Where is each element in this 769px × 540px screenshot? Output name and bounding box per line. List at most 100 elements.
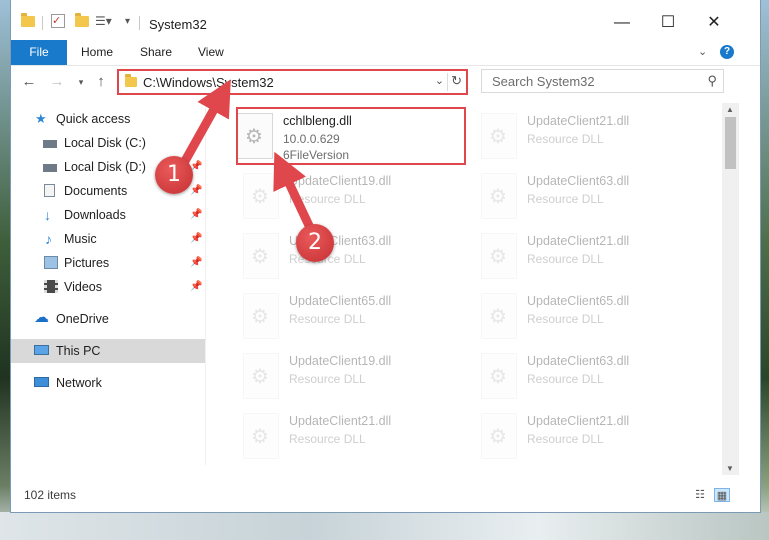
sidebar-item-music[interactable]: ♪ Music 📌 bbox=[11, 227, 205, 251]
sidebar-item-label: Pictures bbox=[64, 256, 110, 270]
recent-locations-chevron-icon[interactable]: ▾ bbox=[73, 73, 89, 91]
search-icon: ⚲ bbox=[707, 73, 717, 88]
file-item[interactable]: UpdateClient19.dll Resource DLL bbox=[233, 167, 463, 227]
file-item[interactable]: UpdateClient63.dll Resource DLL bbox=[471, 167, 701, 227]
file-item[interactable]: UpdateClient63.dll Resource DLL bbox=[233, 227, 463, 287]
file-type: Resource DLL bbox=[289, 192, 366, 206]
tab-home[interactable]: Home bbox=[81, 40, 113, 65]
maximize-button[interactable]: ☐ bbox=[654, 12, 682, 34]
back-arrow-icon[interactable]: ← bbox=[21, 73, 37, 91]
dll-file-icon bbox=[481, 113, 517, 159]
file-name: UpdateClient63.dll bbox=[527, 354, 630, 368]
address-bar[interactable]: C:\Windows\System32 ⌄ ↻ bbox=[117, 69, 468, 95]
file-list: cchlbleng.dll 10.0.0.629 6FileVersion Up… bbox=[217, 103, 722, 475]
file-item[interactable]: UpdateClient65.dll Resource DLL bbox=[471, 287, 701, 347]
file-name: UpdateClient63.dll bbox=[527, 174, 630, 188]
file-type: Resource DLL bbox=[527, 372, 604, 386]
sidebar-item-label: Documents bbox=[64, 184, 128, 198]
file-type: Resource DLL bbox=[527, 192, 604, 206]
pin-icon: 📌 bbox=[190, 137, 203, 148]
ribbon-tabs: File Home Share View ⌄ ? bbox=[11, 40, 760, 66]
chevron-down-icon[interactable]: ▾ bbox=[125, 12, 130, 30]
dll-file-icon bbox=[481, 293, 517, 339]
file-item[interactable]: UpdateClient21.dll Resource DLL bbox=[471, 407, 701, 467]
music-note-icon: ♪ bbox=[45, 231, 52, 247]
refresh-icon[interactable]: ↻ bbox=[451, 73, 462, 89]
sidebar-item-network[interactable]: Network bbox=[11, 371, 205, 395]
vertical-scrollbar[interactable]: ▲ ▼ bbox=[722, 103, 739, 475]
sidebar-item-videos[interactable]: Videos 📌 bbox=[11, 275, 205, 299]
chevron-down-icon[interactable]: ⌄ bbox=[435, 74, 444, 87]
file-item[interactable]: UpdateClient21.dll Resource DLL bbox=[233, 407, 463, 467]
sidebar-item-quick-access[interactable]: ★ Quick access bbox=[11, 107, 205, 131]
file-name: UpdateClient19.dll bbox=[289, 354, 392, 368]
divider bbox=[139, 16, 140, 30]
window-title: System32 bbox=[149, 17, 207, 32]
file-type: Resource DLL bbox=[289, 312, 366, 326]
tab-share[interactable]: Share bbox=[140, 40, 172, 65]
sidebar-item-downloads[interactable]: ↓ Downloads 📌 bbox=[11, 203, 205, 227]
file-type: Resource DLL bbox=[289, 432, 366, 446]
new-folder-icon[interactable] bbox=[75, 12, 89, 30]
help-icon[interactable]: ? bbox=[720, 45, 734, 59]
sidebar-item-label: Music bbox=[64, 232, 97, 246]
forward-arrow-icon[interactable]: → bbox=[49, 73, 65, 91]
star-icon: ★ bbox=[35, 111, 47, 126]
drive-icon bbox=[43, 140, 57, 148]
folder-icon bbox=[125, 74, 137, 87]
file-name: UpdateClient21.dll bbox=[289, 414, 392, 428]
scroll-up-arrow-icon[interactable]: ▲ bbox=[726, 105, 734, 114]
address-path[interactable]: C:\Windows\System32 bbox=[143, 75, 274, 90]
file-item[interactable]: UpdateClient21.dll Resource DLL bbox=[471, 227, 701, 287]
divider bbox=[447, 73, 448, 91]
file-item[interactable]: UpdateClient21.dll Resource DLL bbox=[471, 107, 701, 167]
sidebar-item-local-disk-c[interactable]: Local Disk (C:) 📌 bbox=[11, 131, 205, 155]
file-item[interactable]: UpdateClient19.dll Resource DLL bbox=[233, 347, 463, 407]
scroll-down-arrow-icon[interactable]: ▼ bbox=[726, 464, 734, 473]
folder-icon bbox=[21, 12, 35, 30]
search-input[interactable]: Search System32 ⚲ bbox=[481, 69, 724, 93]
computer-icon bbox=[34, 345, 49, 355]
dll-file-icon bbox=[243, 413, 279, 459]
up-arrow-icon[interactable]: ↑ bbox=[93, 73, 109, 91]
dll-file-icon bbox=[243, 233, 279, 279]
dll-file-icon bbox=[481, 413, 517, 459]
tab-view[interactable]: View bbox=[198, 40, 224, 65]
properties-checkmark-icon[interactable]: ✓ bbox=[51, 14, 65, 28]
customize-toolbar-icon[interactable]: ☰▾ bbox=[95, 12, 112, 30]
file-item[interactable]: UpdateClient65.dll Resource DLL bbox=[233, 287, 463, 347]
download-arrow-icon: ↓ bbox=[44, 207, 51, 223]
large-icons-view-icon[interactable]: ▦ bbox=[714, 488, 730, 502]
dll-file-icon bbox=[243, 353, 279, 399]
cloud-icon: ☁ bbox=[34, 309, 49, 326]
drive-icon bbox=[43, 164, 57, 172]
dll-file-icon bbox=[481, 173, 517, 219]
minimize-button[interactable]: — bbox=[608, 12, 636, 34]
details-view-icon[interactable]: ☷ bbox=[692, 488, 708, 502]
pin-icon: 📌 bbox=[190, 257, 203, 268]
network-icon bbox=[34, 377, 49, 387]
scrollbar-thumb[interactable] bbox=[725, 117, 736, 169]
sidebar-item-this-pc[interactable]: This PC bbox=[11, 339, 205, 363]
title-bar: ✓ ☰▾ ▾ System32 — ☐ ✕ bbox=[11, 0, 760, 40]
status-bar: 102 items ☷ ▦ bbox=[11, 482, 760, 508]
tab-file[interactable]: File bbox=[11, 40, 67, 65]
file-type: Resource DLL bbox=[289, 372, 366, 386]
sidebar-item-label: Downloads bbox=[64, 208, 126, 222]
close-button[interactable]: ✕ bbox=[700, 12, 728, 34]
file-type: Resource DLL bbox=[527, 312, 604, 326]
sidebar-item-pictures[interactable]: Pictures 📌 bbox=[11, 251, 205, 275]
sidebar-item-label: OneDrive bbox=[56, 312, 109, 326]
sidebar-item-label: This PC bbox=[56, 344, 101, 358]
file-name: UpdateClient21.dll bbox=[527, 234, 630, 248]
file-name: UpdateClient65.dll bbox=[527, 294, 630, 308]
file-type: Resource DLL bbox=[527, 132, 604, 146]
pin-icon: 📌 bbox=[190, 281, 203, 292]
file-name: UpdateClient21.dll bbox=[527, 114, 630, 128]
file-explorer-window: ✓ ☰▾ ▾ System32 — ☐ ✕ File Home Share Vi… bbox=[11, 0, 760, 512]
step-2-badge: 2 bbox=[296, 224, 334, 262]
expand-ribbon-chevron-icon[interactable]: ⌄ bbox=[698, 45, 707, 58]
file-name: UpdateClient21.dll bbox=[527, 414, 630, 428]
sidebar-item-onedrive[interactable]: ☁ OneDrive bbox=[11, 307, 205, 331]
file-item[interactable]: UpdateClient63.dll Resource DLL bbox=[471, 347, 701, 407]
